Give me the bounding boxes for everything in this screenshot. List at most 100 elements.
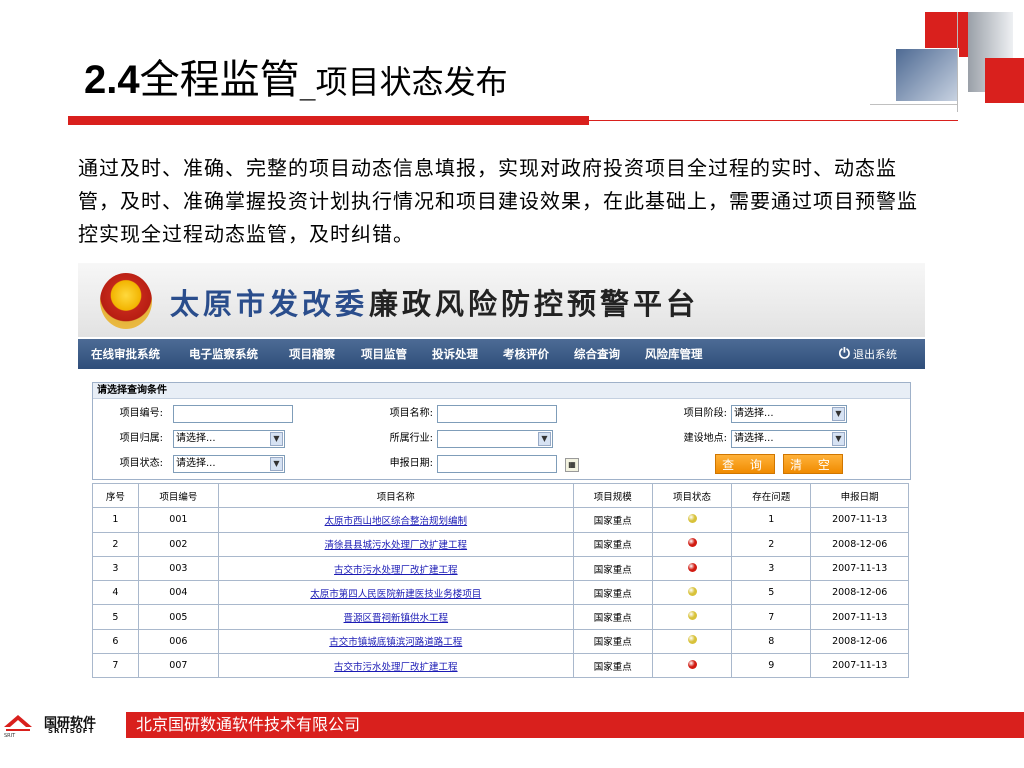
label-project-no: 项目编号:: [119, 408, 163, 419]
cell-issues: 2: [731, 531, 812, 557]
cell-date: 2008-12-06: [810, 628, 909, 655]
cell-name: 古交市污水处理厂改扩建工程: [217, 555, 574, 582]
status-red-dot-icon: [687, 538, 697, 548]
logout-button[interactable]: ⏻ 退出系统: [839, 339, 897, 369]
cell-scale: 国家重点: [572, 531, 653, 557]
project-stage-select[interactable]: 请选择... ▼: [731, 405, 847, 423]
search-button[interactable]: 查 询: [715, 454, 775, 474]
cell-seq: 6: [92, 628, 139, 655]
project-status-value: 请选择...: [176, 458, 216, 469]
label-project-owner: 项目归属:: [119, 433, 163, 444]
header-date: 申报日期: [810, 482, 909, 509]
header-seq: 序号: [92, 482, 139, 509]
label-project-status: 项目状态:: [119, 458, 163, 469]
decorative-square-red-2: [985, 58, 1024, 103]
cell-name: 晋源区晋祠新镇供水工程: [217, 604, 574, 630]
main-nav: 在线审批系统 电子监察系统 项目稽察 项目监管 投诉处理 考核评价 综合查询 风…: [78, 339, 925, 369]
project-status-select[interactable]: 请选择... ▼: [173, 455, 285, 473]
cell-name: 清徐县县城污水处理厂改扩建工程: [217, 531, 574, 557]
chevron-down-icon: ▼: [832, 407, 845, 421]
cell-scale: 国家重点: [572, 580, 653, 606]
project-name-link[interactable]: 清徐县县城污水处理厂改扩建工程: [325, 540, 468, 551]
cell-scale: 国家重点: [572, 628, 653, 655]
nav-item-online-approval[interactable]: 在线审批系统: [91, 339, 160, 369]
chevron-down-icon: ▼: [832, 432, 845, 446]
nav-item-project-monitoring[interactable]: 项目监管: [361, 339, 407, 369]
nav-item-evaluation[interactable]: 考核评价: [503, 339, 549, 369]
company-logo: 国研软件 SRITSOFT SRIT: [4, 711, 122, 739]
nav-item-risk-library[interactable]: 风险库管理: [645, 339, 703, 369]
logo-mark-icon: [4, 715, 32, 731]
table-row[interactable]: 5 005 晋源区晋祠新镇供水工程 国家重点 7 2007-11-13: [92, 604, 909, 630]
power-icon: ⏻: [838, 346, 850, 362]
logout-label: 退出系统: [853, 348, 897, 361]
status-yellow-dot-icon: [687, 635, 697, 645]
project-name-link[interactable]: 古交市污水处理厂改扩建工程: [334, 565, 458, 576]
project-name-link[interactable]: 晋源区晋祠新镇供水工程: [344, 613, 449, 624]
cell-code: 006: [137, 628, 219, 655]
cell-date: 2008-12-06: [810, 580, 909, 606]
cell-seq: 4: [92, 580, 139, 606]
table-row[interactable]: 7 007 古交市污水处理厂改扩建工程 国家重点 9 2007-11-13: [92, 653, 909, 679]
nav-item-e-supervision[interactable]: 电子监察系统: [189, 339, 258, 369]
industry-select[interactable]: ▼: [437, 430, 553, 448]
table-row[interactable]: 4 004 太原市第四人民医院新建医技业务楼项目 国家重点 5 2008-12-06: [92, 580, 909, 606]
nav-item-query[interactable]: 综合查询: [574, 339, 620, 369]
project-name-link[interactable]: 太原市西山地区综合整治规划编制: [325, 516, 468, 527]
calendar-icon[interactable]: ▦: [565, 458, 579, 472]
app-screenshot: 太原市发改委 廉政风险防控预警平台 在线审批系统 电子监察系统 项目稽察 项目监…: [78, 263, 925, 683]
cell-seq: 7: [92, 653, 139, 679]
cell-status: [651, 653, 733, 679]
logo-text-en: SRITSOFT: [48, 727, 95, 735]
banner-title-org: 太原市发改委: [170, 287, 369, 321]
cell-name: 古交市污水处理厂改扩建工程: [217, 653, 574, 679]
table-row[interactable]: 3 003 古交市污水处理厂改扩建工程 国家重点 3 2007-11-13: [92, 555, 909, 582]
label-location: 建设地点:: [683, 433, 727, 444]
cell-issues: 1: [731, 507, 812, 533]
cell-status: [651, 555, 733, 582]
header-scale: 项目规模: [572, 482, 653, 509]
nav-item-complaints[interactable]: 投诉处理: [432, 339, 478, 369]
cell-status: [651, 507, 733, 533]
chevron-down-icon: ▼: [270, 432, 283, 446]
report-date-input[interactable]: [437, 455, 557, 473]
cell-code: 007: [137, 653, 219, 679]
clear-button[interactable]: 清 空: [783, 454, 843, 474]
chevron-down-icon: ▼: [270, 457, 283, 471]
footer-company: 北京国研数通软件技术有限公司: [136, 715, 361, 734]
label-project-name: 项目名称:: [389, 408, 433, 419]
project-name-link[interactable]: 古交市镇城底镇滨河路道路工程: [329, 637, 462, 648]
cell-name: 古交市镇城底镇滨河路道路工程: [217, 628, 574, 655]
cell-issues: 7: [731, 604, 812, 630]
decorative-square-blue: [895, 48, 959, 102]
cell-status: [651, 580, 733, 606]
table-row[interactable]: 1 001 太原市西山地区综合整治规划编制 国家重点 1 2007-11-13: [92, 507, 909, 533]
project-table: 序号 项目编号 项目名称 项目规模 项目状态 存在问题 申报日期 1 001 太原市…: [92, 482, 909, 679]
query-form: 请选择查询条件 项目编号: 项目名称: 项目阶段: 请选择... ▼ 项目归属: …: [92, 382, 911, 480]
chevron-down-icon: ▼: [538, 432, 551, 446]
slide-paragraph: 通过及时、准确、完整的项目动态信息填报，实现对政府投资项目全过程的实时、动态监管…: [78, 156, 918, 246]
cell-status: [651, 604, 733, 630]
cell-issues: 5: [731, 580, 812, 606]
table-row[interactable]: 2 002 清徐县县城污水处理厂改扩建工程 国家重点 2 2008-12-06: [92, 531, 909, 557]
cell-seq: 1: [92, 507, 139, 533]
location-value: 请选择...: [734, 433, 774, 444]
cell-date: 2007-11-13: [810, 507, 909, 533]
app-banner: 太原市发改委 廉政风险防控预警平台: [78, 263, 925, 337]
cell-seq: 5: [92, 604, 139, 630]
location-select[interactable]: 请选择... ▼: [731, 430, 847, 448]
project-name-link[interactable]: 古交市污水处理厂改扩建工程: [334, 662, 458, 673]
cell-date: 2007-11-13: [810, 604, 909, 630]
label-industry: 所属行业:: [389, 433, 433, 444]
cell-scale: 国家重点: [572, 604, 653, 630]
project-owner-select[interactable]: 请选择... ▼: [173, 430, 285, 448]
project-no-input[interactable]: [173, 405, 293, 423]
project-name-input[interactable]: [437, 405, 557, 423]
cell-scale: 国家重点: [572, 555, 653, 582]
project-name-link[interactable]: 太原市第四人民医院新建医技业务楼项目: [310, 589, 481, 600]
cell-scale: 国家重点: [572, 653, 653, 679]
table-row[interactable]: 6 006 古交市镇城底镇滨河路道路工程 国家重点 8 2008-12-06: [92, 628, 909, 655]
title-underline-bar: [68, 116, 589, 125]
nav-item-project-audit[interactable]: 项目稽察: [289, 339, 335, 369]
cell-date: 2008-12-06: [810, 531, 909, 557]
